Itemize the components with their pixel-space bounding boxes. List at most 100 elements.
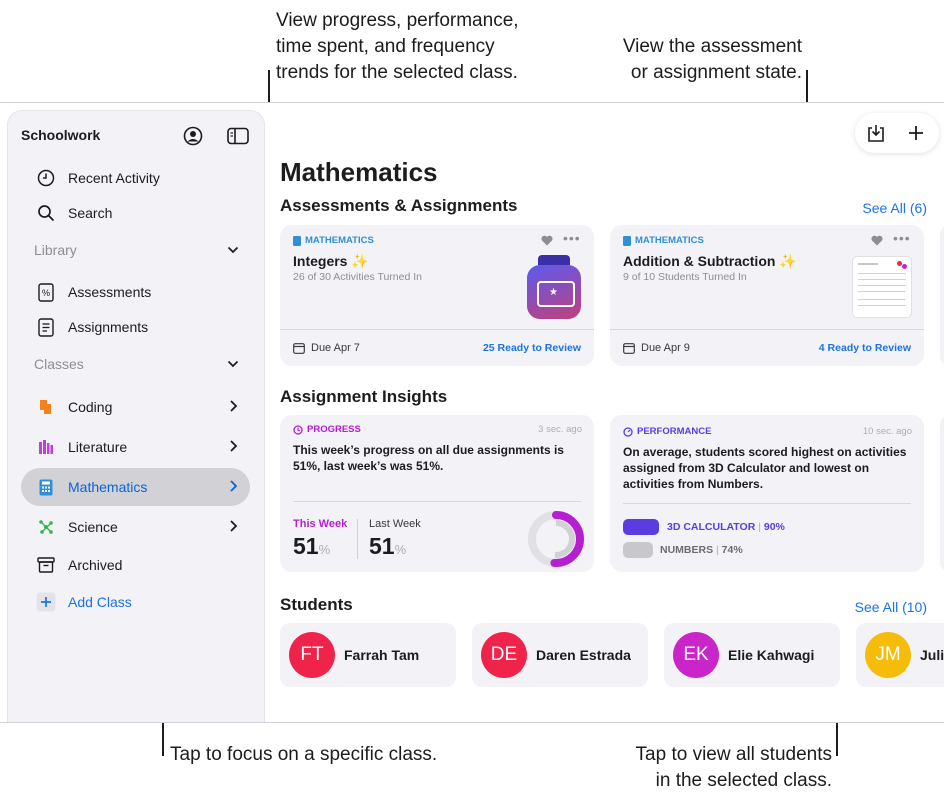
student-name: Elie Kahwagi: [728, 647, 815, 663]
student-card[interactable]: JM Juli: [856, 623, 944, 687]
svg-text:%: %: [42, 288, 50, 298]
card-subtitle: 9 of 10 Students Turned In: [623, 271, 747, 283]
person-circle-icon: [183, 126, 203, 146]
chevron-down-icon[interactable]: [227, 359, 239, 369]
sidebar-toggle-button[interactable]: [227, 125, 249, 147]
student-card[interactable]: FT Farrah Tam: [280, 623, 456, 687]
timestamp: 3 sec. ago: [538, 424, 582, 435]
chevron-right-icon: [230, 480, 238, 492]
card-title: Integers ✨: [293, 253, 369, 269]
worksheet-thumbnail: [853, 257, 911, 317]
student-name: Juli: [920, 647, 944, 663]
performance-tag: PERFORMANCE: [623, 426, 711, 437]
app-window: Schoolwork Recent Activity Search Librar…: [0, 102, 944, 723]
performance-label-3d-calculator: 3D CALCULATOR | 90%: [667, 521, 785, 533]
page-title: Mathematics: [280, 157, 438, 187]
assignment-card-addition[interactable]: MATHEMATICS ••• Addition & Subtraction ✨…: [610, 225, 924, 366]
see-all-students-link[interactable]: See All (10): [855, 599, 927, 615]
chevron-right-icon: [230, 400, 238, 412]
search-icon: [34, 201, 58, 225]
performance-label-numbers: NUMBERS | 74%: [660, 544, 743, 556]
heart-icon[interactable]: [541, 235, 553, 246]
progress-insight-card[interactable]: PROGRESS 3 sec. ago This week’s progress…: [280, 415, 594, 572]
avatar: JM: [865, 632, 911, 678]
more-icon[interactable]: •••: [893, 230, 911, 246]
sidebar-item-archived[interactable]: Archived: [21, 546, 250, 584]
sidebar-item-literature[interactable]: Literature: [21, 428, 250, 466]
chevron-right-icon: [230, 520, 238, 532]
card-subtitle: 26 of 30 Activities Turned In: [293, 271, 422, 283]
due-date: Due Apr 9: [623, 342, 690, 354]
ready-to-review-link[interactable]: 4 Ready to Review: [819, 342, 911, 354]
gauge-icon: [623, 426, 633, 437]
progress-icon: [293, 424, 303, 435]
document-icon: [34, 315, 58, 339]
performance-insight-card[interactable]: PERFORMANCE 10 sec. ago On average, stud…: [610, 415, 924, 572]
ready-to-review-link[interactable]: 25 Ready to Review: [483, 342, 581, 354]
ticket-app-icon: ★: [527, 255, 581, 319]
callout-all-students: Tap to view all students in the selected…: [635, 744, 832, 791]
more-icon[interactable]: •••: [563, 230, 581, 246]
performance-bar-numbers: [623, 542, 653, 558]
timestamp: 10 sec. ago: [862, 426, 912, 437]
insights-header: Assignment Insights: [280, 387, 448, 406]
card-title: Addition & Subtraction ✨: [623, 253, 797, 269]
sidebar-item-science[interactable]: Science: [21, 508, 250, 546]
next-insight-peek: [940, 415, 944, 572]
chevron-right-icon: [230, 440, 238, 452]
sidebar-item-coding[interactable]: Coding: [21, 388, 250, 426]
assessments-header: Assessments & Assignments: [280, 196, 518, 215]
performance-summary: On average, students scored highest on a…: [623, 445, 907, 491]
coding-icon: [34, 395, 58, 419]
progress-summary: This week’s progress on all due assignme…: [293, 443, 564, 473]
students-header: Students: [280, 595, 353, 614]
progress-tag: PROGRESS: [293, 424, 361, 435]
calendar-icon: [623, 342, 635, 354]
books-icon: [34, 435, 58, 459]
assignment-card-integers[interactable]: MATHEMATICS ••• Integers ✨ 26 of 30 Acti…: [280, 225, 594, 366]
account-button[interactable]: [182, 125, 204, 147]
callout-assignment-state: View the assessment or assignment state.: [622, 36, 802, 83]
percent-doc-icon: %: [34, 280, 58, 304]
sidebar-item-recent-activity[interactable]: Recent Activity: [21, 159, 250, 197]
sidebar-icon: [227, 127, 249, 145]
heart-icon[interactable]: [871, 235, 883, 246]
avatar: DE: [481, 632, 527, 678]
this-week-value: 51%: [293, 533, 331, 559]
sidebar-item-mathematics[interactable]: Mathematics: [21, 468, 250, 506]
last-week-value: 51%: [369, 533, 407, 559]
section-classes: Classes: [34, 356, 84, 372]
sidebar-item-search[interactable]: Search: [21, 194, 250, 232]
app-title: Schoolwork: [21, 127, 101, 143]
add-class-button[interactable]: Add Class: [21, 583, 250, 621]
last-week-label: Last Week: [369, 518, 421, 530]
calendar-icon: [293, 342, 305, 354]
next-card-peek: [940, 225, 944, 366]
calculator-icon: [34, 475, 58, 499]
avatar: FT: [289, 632, 335, 678]
subject-tag: MATHEMATICS: [293, 235, 374, 246]
sidebar-item-assessments[interactable]: % Assessments: [21, 273, 250, 311]
calculator-icon: [623, 235, 631, 246]
chevron-down-icon[interactable]: [227, 245, 239, 255]
archive-box-icon: [34, 553, 58, 577]
section-library: Library: [34, 242, 77, 258]
last-week-ring: [537, 520, 575, 558]
student-card[interactable]: DE Daren Estrada: [472, 623, 648, 687]
atom-icon: [34, 515, 58, 539]
due-date: Due Apr 7: [293, 342, 360, 354]
plus-icon: [34, 590, 58, 614]
callout-focus-class: Tap to focus on a specific class.: [170, 744, 438, 765]
see-all-assignments-link[interactable]: See All (6): [862, 200, 927, 216]
download-tray-icon[interactable]: [866, 123, 886, 143]
callout-insights: View progress, performance, time spent, …: [276, 10, 519, 83]
student-name: Farrah Tam: [344, 647, 420, 663]
student-card[interactable]: EK Elie Kahwagi: [664, 623, 840, 687]
plus-icon[interactable]: [907, 124, 925, 142]
this-week-label: This Week: [293, 518, 348, 530]
clock-icon: [34, 166, 58, 190]
avatar: EK: [673, 632, 719, 678]
toolbar: [855, 113, 939, 153]
sidebar-item-assignments[interactable]: Assignments: [21, 308, 250, 346]
student-name: Daren Estrada: [536, 647, 631, 663]
